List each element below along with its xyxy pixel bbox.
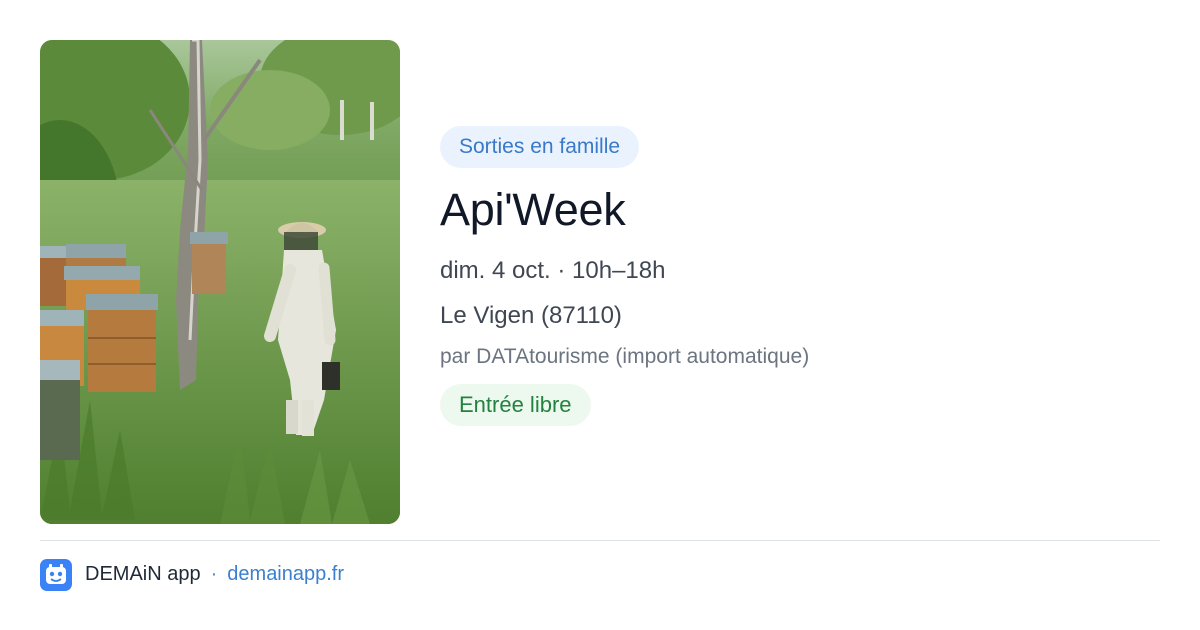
event-source: par DATAtourisme (import automatique)	[440, 345, 810, 368]
price-badge: Entrée libre	[440, 384, 591, 426]
app-name: DEMAiN app	[85, 563, 201, 585]
event-location: Le Vigen (87110)	[440, 302, 622, 329]
demain-app-icon[interactable]	[40, 558, 72, 591]
footer-divider	[40, 540, 1160, 541]
event-card[interactable]: Sorties en famille Api'Week dim. 4 oct. …	[0, 0, 1200, 630]
category-tag[interactable]: Sorties en famille	[440, 126, 640, 168]
app-domain-link[interactable]: demainapp.fr	[227, 563, 344, 586]
event-photo	[40, 40, 400, 524]
footer: DEMAiN app · demainapp.fr	[40, 558, 344, 591]
footer-separator: ·	[210, 563, 218, 585]
event-datetime: dim. 4 oct. · 10h–18h	[440, 257, 666, 284]
beekeeper-photo	[40, 40, 400, 524]
event-info: Sorties en famille Api'Week dim. 4 oct. …	[440, 126, 1140, 426]
event-title[interactable]: Api'Week	[440, 180, 1140, 240]
